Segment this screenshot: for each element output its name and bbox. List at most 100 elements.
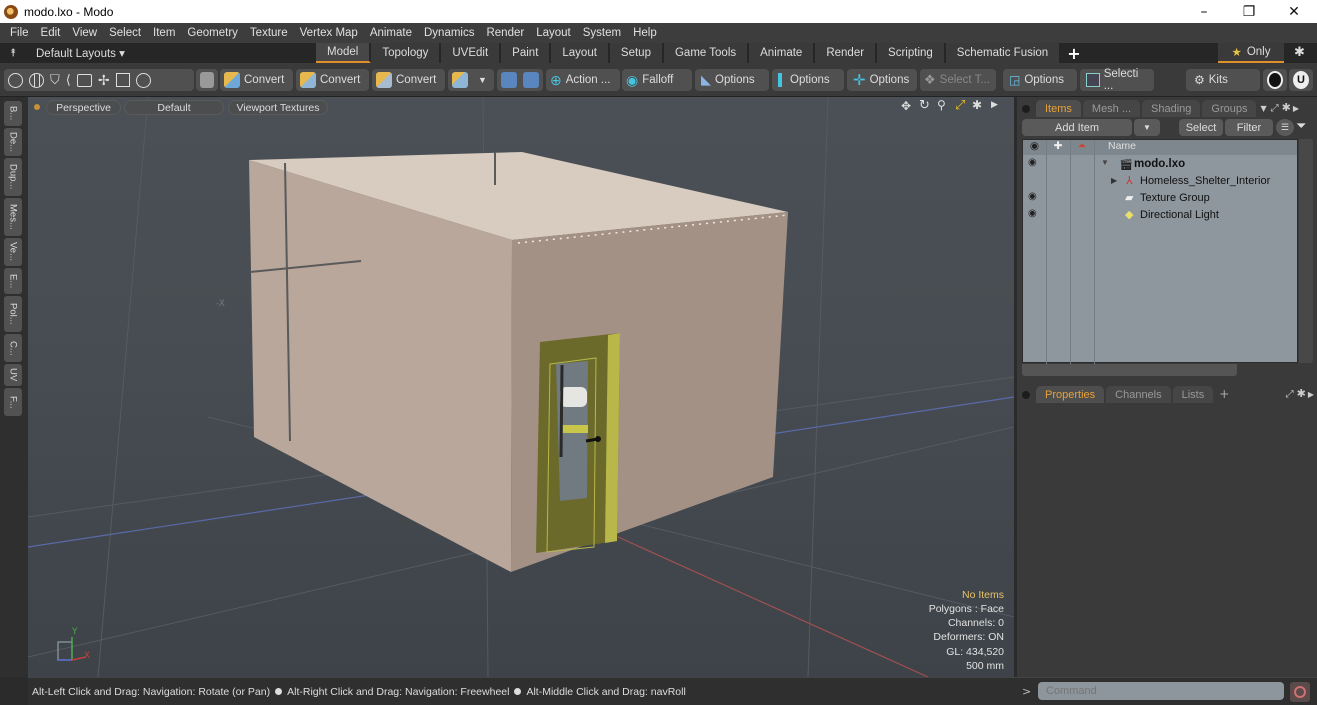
unreal-button[interactable]: U (1289, 69, 1313, 91)
materials-mode-icon[interactable] (76, 73, 92, 87)
tab-items[interactable]: Items (1036, 100, 1081, 117)
primitive-dropdown[interactable]: ▼ (448, 69, 494, 91)
type-column-icon[interactable]: ⏶ (1070, 140, 1094, 155)
tab-uvedit[interactable]: UVEdit (441, 43, 502, 63)
command-input[interactable] (1038, 682, 1284, 700)
visibility-eye-icon[interactable]: ◉ (1028, 157, 1037, 168)
list-options-icon[interactable]: ☰ (1276, 119, 1294, 136)
vtab-mesh-edit[interactable]: Mes... (4, 198, 22, 236)
tab-game-tools[interactable]: Game Tools (663, 43, 750, 63)
tab-schematic-fusion[interactable]: Schematic Fusion (945, 43, 1062, 63)
shading-default[interactable]: Default (124, 100, 224, 115)
polygons-mode-icon[interactable]: ⛉ (50, 72, 60, 88)
vtab-basic[interactable]: B... (4, 101, 22, 126)
items-mode-icon[interactable]: ⟨ (66, 72, 71, 88)
select-button[interactable]: Select (1179, 119, 1223, 136)
vtab-duplicate[interactable]: Dup... (4, 158, 22, 196)
menu-system[interactable]: System (577, 27, 627, 39)
zoom-magnifier-icon[interactable]: ⚲ (937, 98, 946, 112)
menu-select[interactable]: Select (103, 27, 147, 39)
menu-file[interactable]: File (4, 27, 35, 39)
pivot-mode-icon[interactable]: ✢ (98, 72, 110, 89)
vtab-vertex[interactable]: Ve... (4, 238, 22, 266)
column-name[interactable]: Name (1094, 140, 1136, 155)
panel-gear-icon[interactable]: ✱ (1282, 101, 1291, 114)
view-mode-perspective[interactable]: Perspective (46, 100, 121, 115)
menu-animate[interactable]: Animate (364, 27, 418, 39)
panel-maximize-icon[interactable]: ⤢ (1286, 389, 1294, 400)
tab-model[interactable]: Model (316, 43, 372, 63)
convert-button-3[interactable]: Convert (372, 69, 445, 91)
select-tool-button[interactable]: ❖ Select T... (920, 69, 996, 91)
visibility-eye-icon[interactable]: ◉ (1028, 191, 1037, 202)
visibility-column-eye-icon[interactable]: ◉ (1023, 140, 1046, 155)
menu-view[interactable]: View (66, 27, 103, 39)
panel-maximize-icon[interactable]: ⤢ (1271, 103, 1279, 114)
filter-button[interactable]: Filter (1225, 119, 1273, 136)
viewport-expand-arrow-icon[interactable]: ▶ (991, 100, 998, 110)
viewport-status-dot-icon[interactable] (34, 104, 40, 110)
menu-geometry[interactable]: Geometry (181, 27, 244, 39)
viewport-settings-gear-icon[interactable]: ✱ (972, 98, 982, 112)
tab-properties[interactable]: Properties (1036, 386, 1105, 403)
vtab-uv[interactable]: UV (4, 364, 22, 386)
edge-loop-icon[interactable] (135, 72, 151, 88)
menu-help[interactable]: Help (627, 27, 663, 39)
options-button-1[interactable]: ◣ Options (695, 69, 769, 91)
fit-view-arrows-icon[interactable]: ⤢ (955, 98, 965, 113)
3d-viewport[interactable]: -X Y X Perspective Default Viewport Text… (28, 97, 1014, 677)
panel-gear-icon[interactable]: ✱ (1297, 387, 1306, 400)
options-button-2[interactable]: Options (772, 69, 844, 91)
funnel-filter-icon[interactable]: ⏷ (1296, 119, 1306, 134)
item-list-horizontal-scrollbar[interactable] (1022, 364, 1237, 376)
falloff-button[interactable]: ◉ Falloff (622, 69, 692, 91)
options-button-3[interactable]: ✛ Options (847, 69, 917, 91)
shield-mesh-button[interactable] (196, 69, 218, 91)
menu-edit[interactable]: Edit (35, 27, 67, 39)
tab-paint[interactable]: Paint (501, 43, 552, 63)
tab-topology[interactable]: Topology (371, 43, 442, 63)
tab-layout[interactable]: Layout (551, 43, 610, 63)
kits-button[interactable]: ⚙ Kits (1186, 69, 1260, 91)
vtab-deform[interactable]: De... (4, 128, 22, 156)
pan-move-icon[interactable]: ✥ (901, 99, 911, 113)
vtab-fusion[interactable]: F... (4, 388, 22, 416)
unity-button[interactable] (1263, 69, 1287, 91)
item-list-vertical-scrollbar[interactable] (1299, 139, 1313, 363)
panel-arrow-icon[interactable]: ▶ (1293, 104, 1299, 113)
add-tab-button[interactable]: + (1219, 387, 1229, 401)
layout-settings-gear-icon[interactable]: ✱ (1294, 45, 1305, 60)
center-mode-icon[interactable] (115, 73, 130, 87)
tab-animate[interactable]: Animate (749, 43, 816, 63)
snap-icon[interactable] (501, 72, 517, 88)
tab-lists[interactable]: Lists (1172, 386, 1214, 403)
layout-up-arrow-icon[interactable]: ⯭ (0, 47, 26, 60)
vtab-curve[interactable]: C... (4, 334, 22, 362)
options-button-4[interactable]: ◲ Options (1003, 69, 1077, 91)
item-row-homeless-shelter[interactable]: ▶ ⅄ Homeless_Shelter_Interior (1023, 174, 1299, 191)
close-button[interactable]: ✕ (1271, 0, 1317, 23)
add-tab-button[interactable]: + (1067, 44, 1080, 63)
collapse-arrow-icon[interactable]: ▼ (1101, 158, 1109, 167)
tab-shading[interactable]: Shading (1142, 100, 1201, 117)
panel-menu-dot-icon[interactable] (1022, 105, 1030, 113)
tab-scripting[interactable]: Scripting (877, 43, 946, 63)
panel-menu-dot-icon[interactable] (1022, 391, 1030, 399)
default-layouts-dropdown[interactable]: Default Layouts ▾ (36, 46, 125, 60)
menu-dynamics[interactable]: Dynamics (418, 27, 480, 39)
symmetry-icon[interactable] (523, 72, 539, 88)
edges-mode-icon[interactable] (29, 72, 44, 88)
selection-sets-button[interactable]: Selecti ... (1080, 68, 1154, 92)
panel-arrow-icon[interactable]: ▶ (1308, 390, 1314, 399)
add-item-button[interactable]: Add Item (1022, 119, 1132, 136)
tab-groups[interactable]: Groups (1202, 100, 1257, 117)
expand-arrow-icon[interactable]: ▶ (1111, 176, 1117, 185)
only-toggle[interactable]: ★ Only (1218, 43, 1284, 63)
tab-setup[interactable]: Setup (609, 43, 664, 63)
lock-column-icon[interactable]: ✚ (1046, 140, 1070, 155)
menu-item[interactable]: Item (147, 27, 181, 39)
convert-button-1[interactable]: Convert (220, 69, 293, 91)
command-record-button[interactable] (1290, 682, 1310, 702)
add-item-dropdown[interactable]: ▼ (1134, 119, 1160, 136)
item-row-modo-lxo[interactable]: ◉ ▼ 🎬︎ modo.lxo (1023, 157, 1299, 174)
